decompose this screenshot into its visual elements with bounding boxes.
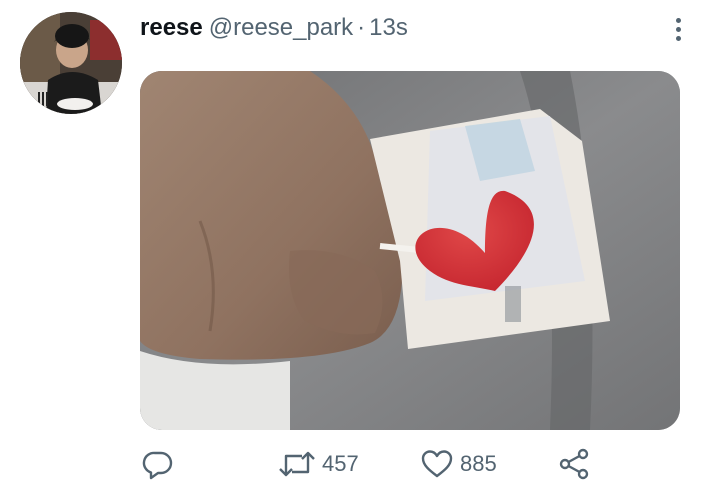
tweet-header: reese @reese_park · 13s [140,14,408,46]
like-count: 885 [460,451,497,476]
more-dot [675,35,681,41]
lollipop-photo [140,71,680,430]
more-vertical-icon[interactable] [664,12,692,46]
reply-icon [142,451,173,480]
retweet-count: 457 [322,451,359,476]
share-button[interactable] [558,444,592,484]
heart-icon [421,450,453,478]
user-handle[interactable]: @reese_park [209,14,353,42]
avatar-photo [20,12,122,114]
retweet-icon [279,451,315,477]
tweet-media[interactable] [140,71,680,430]
share-icon [559,448,589,480]
more-dot [675,17,681,23]
tweet-actions: 457 885 [140,444,600,484]
display-name[interactable]: reese [140,14,203,42]
more-dot [675,26,681,32]
timestamp[interactable]: 13s [369,14,408,42]
separator-dot: · [357,14,366,41]
avatar[interactable] [20,12,122,114]
reply-button[interactable] [142,444,174,484]
like-button[interactable]: 885 [420,444,497,484]
retweet-button[interactable]: 457 [278,444,359,484]
